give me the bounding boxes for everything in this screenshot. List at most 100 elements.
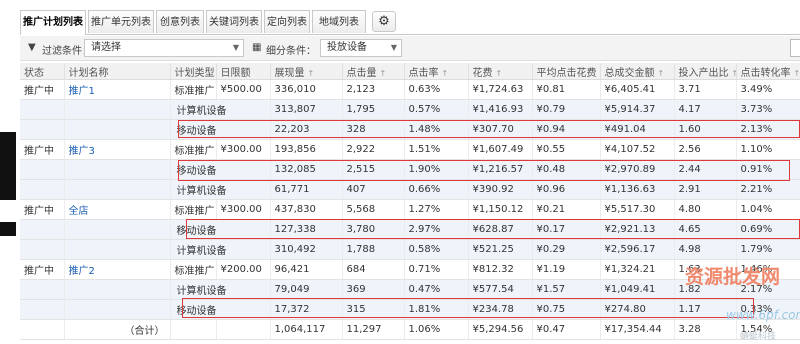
- plan-name-cell: [63, 179, 170, 200]
- plan-type-cell: 标准推广: [169, 139, 216, 160]
- tab-bar: 推广计划列表 推广单元列表 创意列表 关键词列表 定向列表 地域列表 ⚙: [20, 10, 800, 35]
- col-cvr[interactable]: 点击转化率 ↑: [735, 63, 800, 80]
- cvr-cell: 2.13%: [735, 119, 800, 140]
- cvr-cell: 0.91%: [735, 159, 800, 180]
- status-cell: 推广中: [20, 139, 64, 160]
- left-dark-block: [0, 222, 16, 236]
- gmv-cell: ¥5,517.30: [599, 199, 674, 220]
- plan-name-cell: [63, 279, 170, 300]
- device-cell: 计算机设备: [169, 239, 270, 260]
- plan-type-cell: 标准推广: [169, 199, 216, 220]
- tab-plan-list[interactable]: 推广计划列表: [20, 10, 86, 35]
- plan-row: 推广中 推广1 标准推广 ¥500.00 336,010 2,123 0.63% ¥1,724…: [20, 79, 800, 100]
- filter-icon: ▼: [28, 42, 36, 53]
- cvr-cell: 1.04%: [735, 199, 800, 220]
- device-row: 移动设备 22,203 328 1.48% ¥307.70 ¥0.94 ¥491.04 1.6…: [20, 119, 800, 140]
- device-cell: 移动设备: [169, 299, 270, 320]
- chevron-down-icon: ▼: [232, 43, 239, 52]
- col-impressions[interactable]: 展现量 ↑: [269, 63, 342, 80]
- device-row: 计算机设备 61,771 407 0.66% ¥390.92 ¥0.96 ¥1,136.63…: [20, 179, 800, 200]
- ctr-cell: 2.97%: [403, 219, 468, 240]
- gmv-cell: ¥2,921.13: [599, 219, 674, 240]
- clicks-cell: 1,795: [341, 99, 404, 120]
- status-cell: [20, 219, 64, 240]
- device-row: 移动设备 132,085 2,515 1.90% ¥1,216.57 ¥0.48 ¥2,97…: [20, 159, 800, 180]
- impressions-cell: 310,492: [269, 239, 342, 260]
- impressions-cell: 61,771: [269, 179, 342, 200]
- device-row: 移动设备 127,338 3,780 2.97% ¥628.87 ¥0.17 ¥2,921.…: [20, 219, 800, 240]
- cpc-cell: ¥0.94: [531, 119, 600, 140]
- device-row: 计算机设备 79,049 369 0.47% ¥577.54 ¥1.57 ¥1,049.41…: [20, 279, 800, 300]
- filter-bar: ▼ 过滤条件： 请选择 ▼ ▦ 细分条件： 投放设备 ▼: [20, 36, 800, 61]
- col-clicks[interactable]: 点击量 ↑: [341, 63, 404, 80]
- plan-name-cell: 推广2: [63, 259, 170, 280]
- detail-filter-select[interactable]: 投放设备 ▼: [320, 39, 402, 57]
- impressions-cell: 193,856: [269, 139, 342, 160]
- plan-name-cell: [63, 119, 170, 140]
- daily-budget-cell: [215, 319, 270, 340]
- plan-name-link[interactable]: 全店: [69, 206, 89, 217]
- cost-cell: ¥1,150.12: [467, 199, 532, 220]
- cost-cell: ¥5,294.56: [467, 319, 532, 340]
- ctr-cell: 1.90%: [403, 159, 468, 180]
- status-cell: [20, 99, 64, 120]
- cost-cell: ¥812.32: [467, 259, 532, 280]
- cpc-cell: ¥0.48: [531, 159, 600, 180]
- cost-cell: ¥307.70: [467, 119, 532, 140]
- col-plan-type: 计划类型: [169, 63, 216, 80]
- gmv-cell: ¥2,970.89: [599, 159, 674, 180]
- grid-icon: ▦: [252, 42, 262, 53]
- clicks-cell: 315: [341, 299, 404, 320]
- plan-name-link[interactable]: 推广3: [69, 146, 95, 157]
- roi-cell: 1.63: [673, 259, 736, 280]
- cpc-cell: ¥0.81: [531, 79, 600, 100]
- plan-name-cell: [63, 219, 170, 240]
- status-cell: [20, 159, 64, 180]
- filter-select[interactable]: 请选择 ▼: [84, 39, 244, 57]
- tab-unit-list[interactable]: 推广单元列表: [88, 10, 154, 33]
- cost-cell: ¥1,416.93: [467, 99, 532, 120]
- tab-keyword-list[interactable]: 关键词列表: [206, 10, 262, 33]
- clicks-cell: 328: [341, 119, 404, 140]
- col-roi[interactable]: 投入产出比↑: [673, 63, 737, 80]
- sort-arrow-icon: ↑: [307, 68, 315, 78]
- clicks-cell: 5,568: [341, 199, 404, 220]
- cost-cell: ¥234.78: [467, 299, 532, 320]
- device-cell: 移动设备: [169, 219, 270, 240]
- device-cell: 移动设备: [169, 159, 270, 180]
- sort-arrow-icon: ↑: [732, 69, 737, 78]
- roi-cell: 4.65: [673, 219, 736, 240]
- col-cost[interactable]: 花费 ↑: [467, 63, 532, 80]
- col-ctr[interactable]: 点击率 ↑: [403, 63, 468, 80]
- tab-creative-list[interactable]: 创意列表: [156, 10, 204, 33]
- col-plan-name: 计划名称: [63, 63, 170, 80]
- plan-name-link[interactable]: 推广2: [69, 266, 95, 277]
- cpc-cell: ¥0.75: [531, 299, 600, 320]
- clicks-cell: 407: [341, 179, 404, 200]
- cpc-cell: ¥1.19: [531, 259, 600, 280]
- total-label-cell: （合计）: [63, 319, 170, 340]
- tab-targeting-list[interactable]: 定向列表: [264, 10, 310, 33]
- device-cell: 计算机设备: [169, 179, 270, 200]
- device-cell: 计算机设备: [169, 99, 270, 120]
- tab-region-list[interactable]: 地域列表: [312, 10, 366, 33]
- sort-arrow-icon: ↑: [793, 68, 800, 78]
- ctr-cell: 0.58%: [403, 239, 468, 260]
- settings-button[interactable]: ⚙: [372, 11, 396, 32]
- cvr-cell: 1.10%: [735, 139, 800, 160]
- left-edge-strip: [0, 0, 18, 344]
- plan-row: 推广中 推广3 标准推广 ¥300.00 193,856 2,922 1.51% ¥1,607…: [20, 139, 800, 160]
- collapse-button[interactable]: [790, 39, 800, 57]
- col-cpc[interactable]: 平均点击花费↑: [531, 63, 600, 80]
- col-gmv[interactable]: 总成交金额 ↑: [599, 63, 674, 80]
- status-cell: [20, 179, 64, 200]
- daily-budget-cell: ¥300.00: [215, 199, 270, 220]
- gmv-cell: ¥2,596.17: [599, 239, 674, 260]
- table-header-row: 状态 计划名称 计划类型 日限额 展现量 ↑ 点击量 ↑ 点击率 ↑ 花费 ↑ 平均点击…: [20, 63, 800, 80]
- cvr-cell: 1.46%: [735, 259, 800, 280]
- daily-budget-cell: ¥200.00: [215, 259, 270, 280]
- plan-name-link[interactable]: 推广1: [69, 86, 95, 97]
- plan-type-cell: [169, 319, 216, 340]
- plan-row: 推广中 全店 标准推广 ¥300.00 437,830 5,568 1.27% ¥1,150.…: [20, 199, 800, 220]
- cost-cell: ¥577.54: [467, 279, 532, 300]
